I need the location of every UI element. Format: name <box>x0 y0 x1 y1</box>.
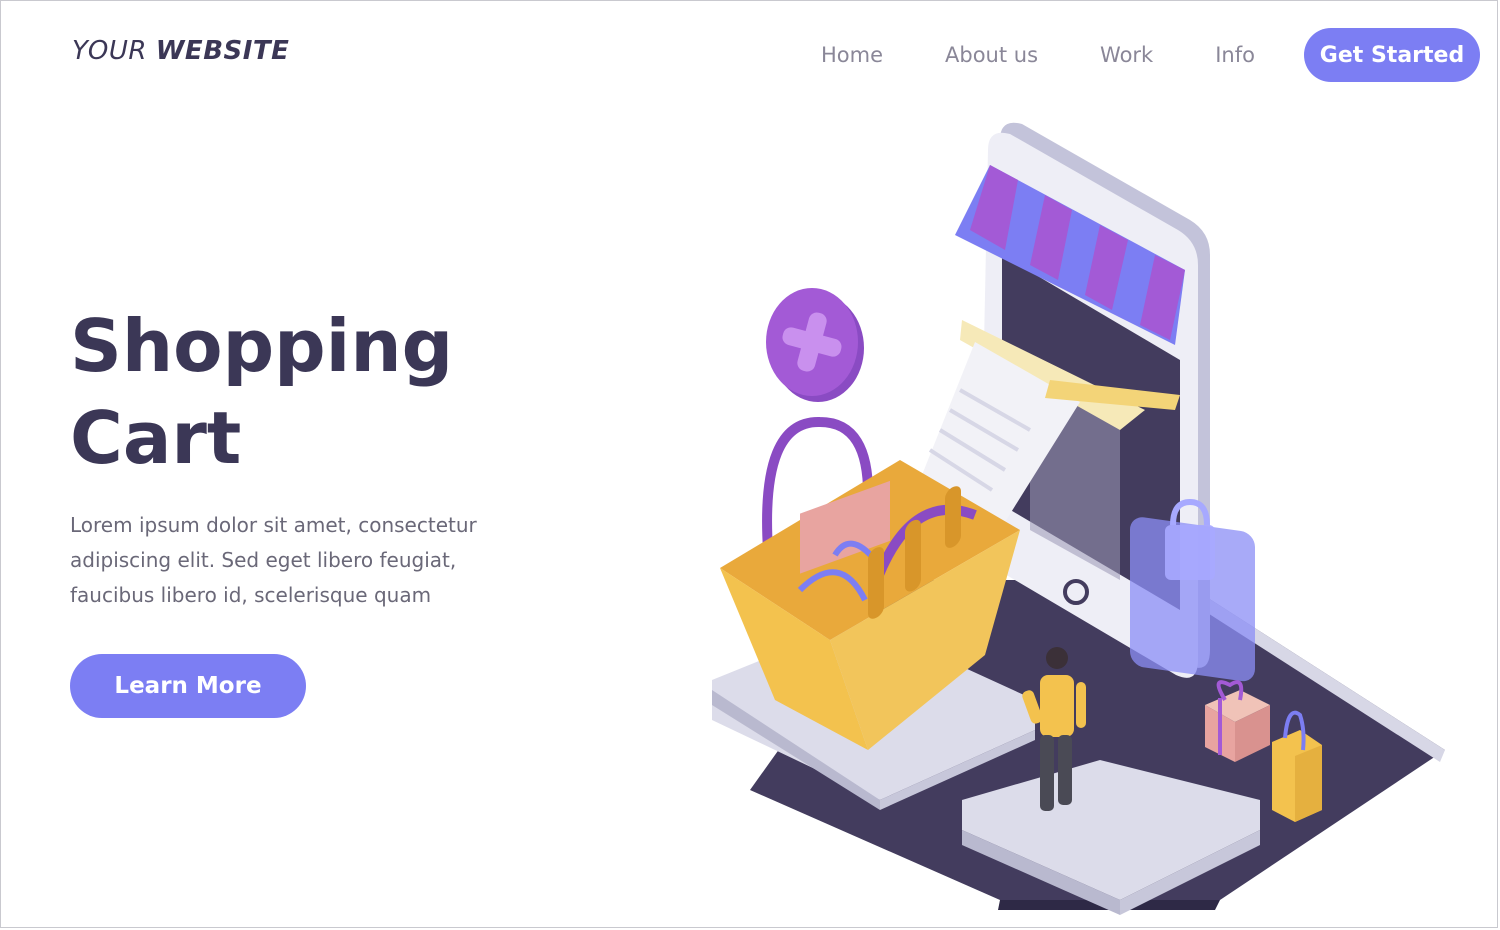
nav-home[interactable]: Home <box>821 43 883 67</box>
nav-work[interactable]: Work <box>1100 43 1153 67</box>
hero-title: Shopping Cart <box>70 300 453 484</box>
logo-text-bold: WEBSITE <box>155 36 290 66</box>
plus-badge-icon <box>766 288 864 402</box>
main-nav: Home About us Work Info <box>790 30 1286 80</box>
padlock-card-icon <box>1130 498 1255 682</box>
hero-title-line-2: Cart <box>70 396 242 480</box>
nav-about-us[interactable]: About us <box>945 43 1038 67</box>
learn-more-button[interactable]: Learn More <box>70 654 306 718</box>
shopping-illustration <box>712 122 1445 915</box>
hero-title-line-1: Shopping <box>70 304 454 388</box>
nav-info[interactable]: Info <box>1215 43 1255 67</box>
site-logo[interactable]: YOUR WEBSITE <box>72 36 289 66</box>
get-started-button[interactable]: Get Started <box>1304 28 1480 82</box>
hero-description: Lorem ipsum dolor sit amet, consectetur … <box>70 513 477 607</box>
logo-text-light: YOUR <box>72 36 156 66</box>
